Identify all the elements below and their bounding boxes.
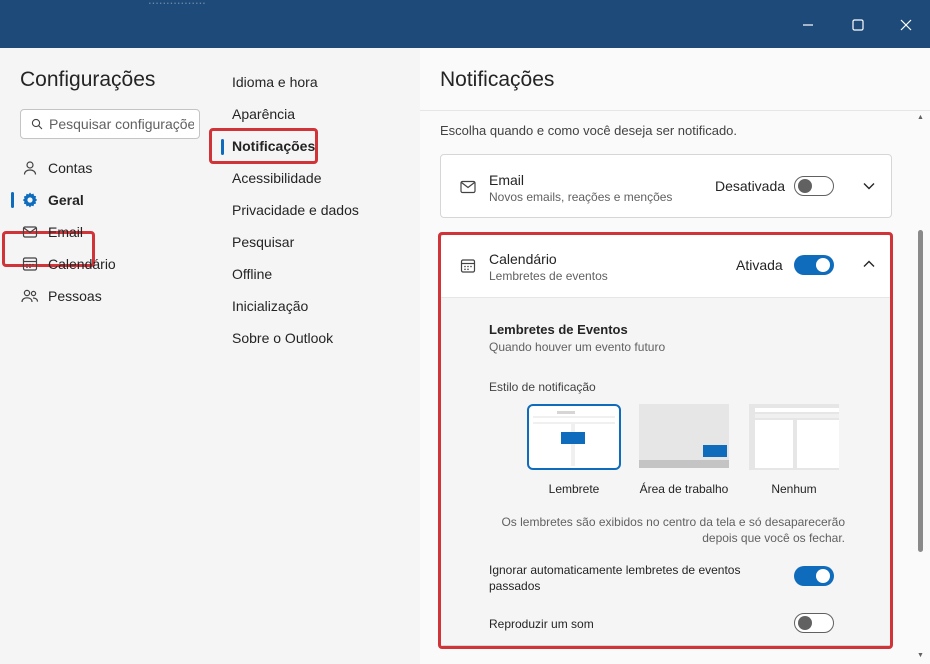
calendar-toggle[interactable] (794, 255, 834, 275)
auto-dismiss-line: passados (489, 579, 541, 593)
maximize-icon (852, 19, 864, 31)
card-subtitle: Novos emails, reações e menções (489, 190, 673, 204)
subnav-item-aparencia[interactable]: Aparência (232, 101, 295, 127)
nav-item-label: Calendário (48, 256, 116, 272)
scrollbar-thumb[interactable] (918, 230, 923, 552)
nav-item-label: Geral (48, 192, 84, 208)
minimize-icon (803, 24, 813, 26)
subnav-item-pesquisar[interactable]: Pesquisar (232, 229, 294, 255)
divider (420, 110, 930, 111)
subnav-item-offline[interactable]: Offline (232, 261, 272, 287)
style-option-label: Nenhum (771, 482, 817, 496)
subnav-item-notificacoes[interactable]: Notificações (232, 133, 315, 159)
people-icon (20, 286, 40, 306)
chevron-down-icon (863, 183, 875, 190)
title-bar: ................ (0, 0, 930, 48)
nav-item-pessoas[interactable]: Pessoas (20, 282, 102, 310)
collapse-button[interactable] (859, 254, 879, 274)
selection-indicator (221, 139, 224, 155)
desktop-preview-icon (639, 404, 729, 468)
gear-icon (20, 190, 40, 210)
nav-item-label: Pessoas (48, 288, 102, 304)
calendar-notification-card[interactable]: Calendário Lembretes de eventos Ativada … (440, 234, 892, 646)
scroll-up-arrow[interactable]: ▲ (917, 114, 924, 121)
expand-button[interactable] (859, 176, 879, 196)
general-subnav: Idioma e hora Aparência Notificações Ace… (209, 48, 420, 664)
nav-item-contas[interactable]: Contas (20, 154, 92, 182)
section-subtitle: Quando houver um evento futuro (489, 340, 666, 354)
mail-icon (459, 178, 477, 196)
section-title: Lembretes de Eventos (489, 322, 628, 337)
play-sound-toggle[interactable] (794, 613, 834, 633)
page-title: Notificações (440, 68, 555, 91)
email-state-label: Desativada (715, 178, 786, 194)
style-option-lembrete[interactable] (527, 404, 621, 470)
nav-item-label: Contas (48, 160, 93, 176)
subnav-item-sobre[interactable]: Sobre o Outlook (232, 325, 333, 351)
search-box[interactable] (20, 109, 200, 139)
maximize-button[interactable] (845, 12, 871, 38)
card-subtitle: Lembretes de eventos (489, 269, 608, 283)
toggle-knob (798, 179, 812, 193)
subnav-item-acessibilidade[interactable]: Acessibilidade (232, 165, 322, 191)
card-title: Email (489, 172, 525, 188)
notifications-pane: Notificações Escolha quando e como você … (420, 48, 930, 664)
event-reminders-section: Lembretes de Eventos Quando houver um ev… (441, 297, 891, 645)
settings-sidebar: Configurações Contas Geral Email Calendá… (0, 48, 218, 664)
mail-icon (20, 222, 40, 242)
none-preview-icon (749, 404, 839, 470)
calendar-state-label: Ativada (736, 257, 783, 273)
nav-item-email[interactable]: Email (20, 218, 83, 246)
toggle-knob (798, 616, 812, 630)
close-icon (900, 19, 912, 31)
description-line: depois que você os fechar. (702, 531, 845, 545)
toggle-knob (816, 258, 830, 272)
play-sound-label: Reproduzir um som (489, 617, 594, 631)
auto-dismiss-line: Ignorar automaticamente lembretes de eve… (489, 563, 741, 577)
reminder-preview-icon (533, 410, 615, 466)
settings-title: Configurações (20, 68, 156, 91)
style-option-label: Área de trabalho (639, 482, 729, 496)
minimize-button[interactable] (795, 12, 821, 38)
auto-dismiss-label: Ignorar automaticamente lembretes de eve… (489, 562, 740, 594)
description-line: Os lembretes são exibidos no centro da t… (501, 515, 845, 529)
auto-dismiss-toggle[interactable] (794, 566, 834, 586)
style-option-area-de-trabalho[interactable] (637, 404, 731, 470)
style-option-nenhum[interactable] (747, 404, 841, 470)
scroll-down-arrow[interactable]: ▼ (917, 652, 924, 659)
email-toggle[interactable] (794, 176, 834, 196)
style-description: Os lembretes são exibidos no centro da t… (485, 514, 845, 546)
nav-item-label: Email (48, 224, 84, 240)
search-icon (31, 118, 43, 130)
style-option-label: Lembrete (548, 482, 600, 496)
selection-indicator (11, 192, 14, 208)
page-subtitle: Escolha quando e como você deseja ser no… (440, 123, 738, 138)
search-input[interactable] (49, 116, 194, 132)
toggle-knob (816, 569, 830, 583)
subnav-item-privacidade[interactable]: Privacidade e dados (232, 197, 359, 223)
person-icon (20, 158, 40, 178)
email-notification-card[interactable]: Email Novos emails, reações e menções De… (440, 154, 892, 218)
window-title: ................ (148, 0, 308, 4)
notification-style-label: Estilo de notificação (489, 380, 596, 394)
nav-item-geral[interactable]: Geral (20, 186, 84, 214)
chevron-up-icon (863, 260, 875, 267)
calendar-icon (459, 257, 477, 275)
nav-item-calendario[interactable]: Calendário (20, 250, 116, 278)
card-title: Calendário (489, 251, 557, 267)
close-button[interactable] (893, 12, 919, 38)
calendar-icon (20, 254, 40, 274)
subnav-item-inicializacao[interactable]: Inicialização (232, 293, 308, 319)
subnav-item-idioma[interactable]: Idioma e hora (232, 69, 318, 95)
